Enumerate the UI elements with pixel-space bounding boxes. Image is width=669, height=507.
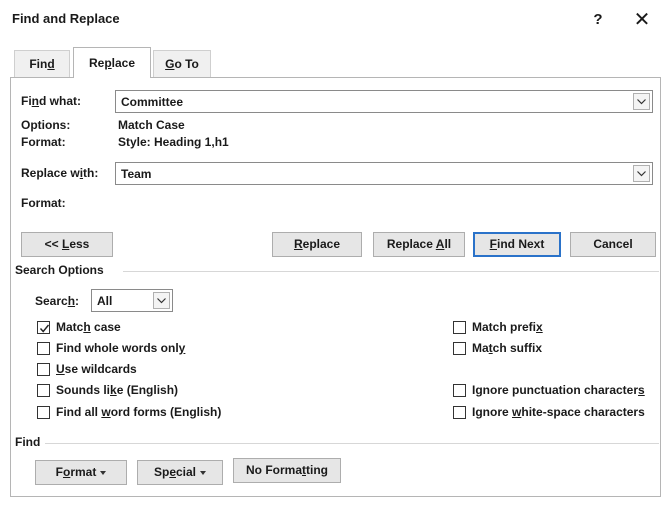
search-direction-label: Search: [35, 294, 80, 308]
tab-replace[interactable]: Replace [73, 47, 151, 78]
format-button[interactable]: Format [35, 460, 127, 485]
find-what-input[interactable]: Committee [115, 90, 653, 113]
less-button[interactable]: << Less [21, 232, 113, 257]
cancel-button[interactable]: Cancel [570, 232, 656, 257]
dialog-title: Find and Replace [12, 11, 120, 26]
special-button[interactable]: Special [137, 460, 223, 485]
replace-format-label: Format: [21, 196, 66, 210]
find-section-heading: Find [15, 435, 41, 449]
checkbox-box[interactable] [37, 363, 50, 376]
find-what-label: Find what: [21, 94, 82, 108]
checkbox-box[interactable] [453, 342, 466, 355]
search-options-heading: Search Options [15, 263, 104, 277]
replace-with-value: Team [121, 167, 152, 181]
tab-go-to[interactable]: Go To [153, 50, 211, 77]
tab-find[interactable]: Find [14, 50, 70, 77]
find-format-value: Style: Heading 1,h1 [118, 135, 229, 149]
dropdown-caret-icon [100, 470, 107, 475]
title-bar: Find and Replace ? ✕ [0, 0, 669, 40]
replace-with-label: Replace with: [21, 166, 99, 180]
checkbox-box[interactable] [37, 384, 50, 397]
no-formatting-button[interactable]: No Formatting [233, 458, 341, 483]
options-value: Match Case [118, 118, 185, 132]
find-what-dropdown-icon[interactable] [633, 93, 650, 110]
find-what-value: Committee [121, 95, 184, 109]
replace-with-input[interactable]: Team [115, 162, 653, 185]
checkbox-box[interactable] [37, 406, 50, 419]
checkbox-box[interactable] [37, 321, 50, 334]
checkbox-box[interactable] [37, 342, 50, 355]
close-button[interactable]: ✕ [627, 7, 657, 33]
replace-with-dropdown-icon[interactable] [633, 165, 650, 182]
checkbox-box[interactable] [453, 384, 466, 397]
find-section-divider [45, 443, 659, 444]
help-button[interactable]: ? [584, 8, 612, 32]
checkbox-box[interactable] [453, 406, 466, 419]
replace-all-button[interactable]: Replace All [373, 232, 465, 257]
find-next-button[interactable]: Find Next [473, 232, 561, 257]
dropdown-caret-icon [200, 470, 207, 475]
checkmark-icon [39, 324, 50, 333]
search-direction-select[interactable]: All [91, 289, 173, 312]
search-options-divider [123, 271, 659, 272]
checkbox-box[interactable] [453, 321, 466, 334]
search-direction-dropdown-icon[interactable] [153, 292, 170, 309]
find-format-label: Format: [21, 135, 66, 149]
search-direction-value: All [97, 294, 113, 308]
options-label: Options: [21, 118, 71, 132]
find-replace-dialog: Find and Replace ? ✕ Find Replace Go To … [0, 0, 669, 507]
replace-button[interactable]: Replace [272, 232, 362, 257]
replace-panel: Find what: Committee Options: Match Case… [10, 77, 661, 497]
